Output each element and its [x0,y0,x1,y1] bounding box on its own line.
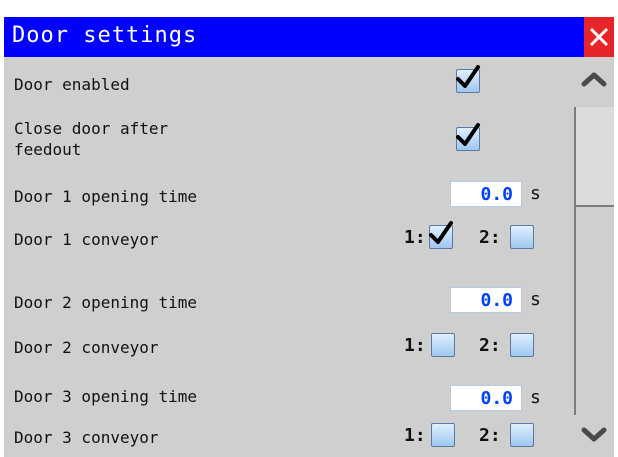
settings-list: Door enabled Close door after feedout Do… [4,57,574,457]
checkmark-icon [456,65,480,88]
door1-conveyor2-checkbox[interactable] [510,225,534,249]
door2-conveyor1-checkbox[interactable] [431,333,455,357]
door3-conveyor1-checkbox[interactable] [431,423,455,447]
door-enabled-label: Door enabled [14,75,130,94]
door3-conveyor2-checkbox[interactable] [510,423,534,447]
door2-opening-time-input[interactable]: 0.0 [450,287,522,313]
checkmark-icon [456,123,480,146]
door1-opening-time-label: Door 1 opening time [14,187,198,206]
door-enabled-checkbox[interactable] [456,65,480,93]
close-after-feedout-checkbox[interactable] [456,123,480,151]
door3-conveyor1-label: 1: [404,425,426,446]
door2-conveyor-label: Door 2 conveyor [14,338,159,357]
door1-conveyor1-label: 1: [404,227,426,248]
scrollbar-thumb[interactable] [574,107,614,207]
door3-conveyor2-label: 2: [479,425,501,446]
door3-opening-time-unit: s [530,387,541,408]
door2-conveyor1-label: 1: [404,335,426,356]
door2-opening-time-label: Door 2 opening time [14,293,198,312]
door2-opening-time-unit: s [530,289,541,310]
chevron-up-icon [581,72,607,87]
checkmark-icon [429,221,453,244]
door1-conveyor1-checkbox[interactable] [429,221,453,249]
scrollbar[interactable] [574,57,614,457]
door3-conveyor-label: Door 3 conveyor [14,428,159,447]
close-after-feedout-label-line2: feedout [14,140,82,159]
door1-opening-time-input[interactable]: 0.0 [450,181,522,207]
door3-opening-time-label: Door 3 opening time [14,387,198,406]
door1-conveyor-label: Door 1 conveyor [14,230,159,249]
door2-conveyor2-label: 2: [479,335,501,356]
door3-opening-time-input[interactable]: 0.0 [450,385,522,411]
chevron-down-icon [581,427,607,442]
scrollbar-track [574,207,576,415]
close-button[interactable] [584,17,614,57]
scroll-down-button[interactable] [574,413,614,457]
close-icon [589,27,609,47]
window-title: Door settings [12,23,198,48]
door-settings-window: Door settings Door enabled Close door af… [4,17,614,457]
door1-opening-time-unit: s [530,183,541,204]
close-after-feedout-label-line1: Close door after [14,119,169,138]
door2-conveyor2-checkbox[interactable] [510,333,534,357]
scroll-up-button[interactable] [574,57,614,101]
door1-conveyor2-label: 2: [479,227,501,248]
title-bar: Door settings [4,17,614,57]
